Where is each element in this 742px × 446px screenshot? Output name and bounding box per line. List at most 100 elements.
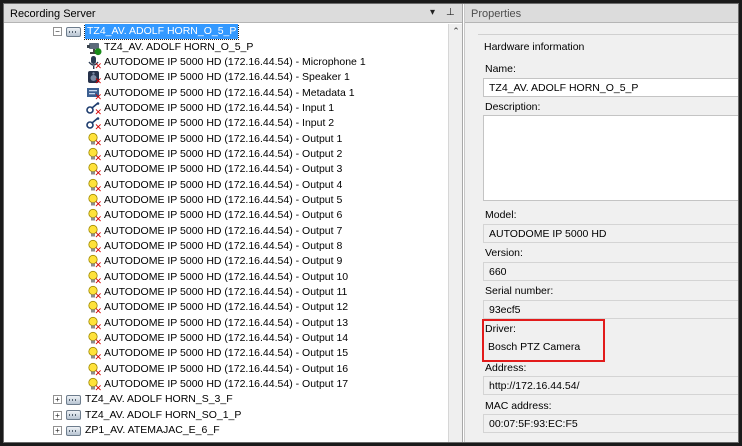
- app-frame: Recording Server ▾ ⊥ − TZ4_AV. ADOLF HOR…: [3, 3, 739, 443]
- tree-node-label: AUTODOME IP 5000 HD (172.16.44.54) - Met…: [104, 86, 355, 99]
- output-icon: ✕: [86, 162, 102, 179]
- output-icon: ✕: [86, 300, 102, 317]
- tree-node-label: ZP1_AV. ATEMAJAC_E_6_F: [85, 424, 220, 437]
- tree-row-device-channel[interactable]: ✕ AUTODOME IP 5000 HD (172.16.44.54) - Me…: [4, 85, 448, 102]
- tree-node-label: AUTODOME IP 5000 HD (172.16.44.54) - Spe…: [104, 71, 350, 84]
- recording-server-header: Recording Server ▾ ⊥: [4, 4, 462, 23]
- output-icon: ✕: [86, 316, 102, 332]
- pane-title: Recording Server: [10, 8, 96, 20]
- camera-icon: ●: [86, 40, 102, 56]
- tree-row-device-channel[interactable]: ✕ AUTODOME IP 5000 HD (172.16.44.54) - Mi…: [4, 55, 448, 71]
- tree-row-device-channel[interactable]: ✕ AUTODOME IP 5000 HD (172.16.44.54) - Ou…: [4, 270, 448, 286]
- output-icon: ✕: [86, 208, 102, 225]
- tree-node-label: AUTODOME IP 5000 HD (172.16.44.54) - Out…: [104, 362, 349, 375]
- tree-row-device-channel[interactable]: ✕ AUTODOME IP 5000 HD (172.16.44.54) - Ou…: [4, 331, 448, 348]
- mac-address-label: MAC address:: [485, 400, 552, 412]
- tree-row-device-channel[interactable]: ✕ AUTODOME IP 5000 HD (172.16.44.54) - Ou…: [4, 285, 448, 302]
- metadata-icon: ✕: [86, 86, 102, 102]
- tree-row-device-channel[interactable]: ✕ AUTODOME IP 5000 HD (172.16.44.54) - Sp…: [4, 70, 448, 87]
- tree-node-label: AUTODOME IP 5000 HD (172.16.44.54) - Out…: [104, 224, 343, 237]
- tree-scrollbar[interactable]: ⌃: [448, 24, 462, 442]
- tree-row-device-channel[interactable]: ✕ AUTODOME IP 5000 HD (172.16.44.54) - Ou…: [4, 316, 448, 332]
- tree-node-label: AUTODOME IP 5000 HD (172.16.44.54) - Out…: [104, 209, 343, 222]
- properties-pane: Properties Hardware information Name: TZ…: [464, 4, 738, 442]
- output-icon: ✕: [86, 270, 102, 286]
- tree-row-device-channel[interactable]: ✕ AUTODOME IP 5000 HD (172.16.44.54) - Ou…: [4, 162, 448, 179]
- group-divider: [478, 34, 738, 35]
- tree-node-label: AUTODOME IP 5000 HD (172.16.44.54) - Out…: [104, 239, 343, 252]
- serial-number-label: Serial number:: [485, 285, 554, 297]
- tree-row-device-channel[interactable]: ✕ AUTODOME IP 5000 HD (172.16.44.54) - In…: [4, 116, 448, 133]
- model-label: Model:: [485, 209, 517, 221]
- tree-node-label: AUTODOME IP 5000 HD (172.16.44.54) - Inp…: [104, 101, 335, 114]
- recording-server-pane: Recording Server ▾ ⊥ − TZ4_AV. ADOLF HOR…: [4, 4, 463, 442]
- name-field[interactable]: TZ4_AV. ADOLF HORN_O_5_P: [483, 78, 738, 97]
- hardware-icon: [66, 394, 81, 405]
- pane-title: Properties: [471, 8, 522, 20]
- description-label: Description:: [485, 101, 541, 113]
- tree-node-label: AUTODOME IP 5000 HD (172.16.44.54) - Out…: [104, 378, 349, 391]
- tree-node-label: AUTODOME IP 5000 HD (172.16.44.54) - Out…: [104, 286, 348, 299]
- tree-node-label: TZ4_AV. ADOLF HORN_SO_1_P: [85, 408, 242, 421]
- description-field[interactable]: [483, 115, 738, 201]
- output-icon: ✕: [86, 193, 102, 209]
- tree-node-label: AUTODOME IP 5000 HD (172.16.44.54) - Out…: [104, 163, 343, 176]
- address-label: Address:: [485, 362, 527, 374]
- tree-row-device-channel[interactable]: ✕ AUTODOME IP 5000 HD (172.16.44.54) - Ou…: [4, 300, 448, 317]
- tree-row-device-channel[interactable]: ✕ AUTODOME IP 5000 HD (172.16.44.54) - Ou…: [4, 193, 448, 209]
- collapse-toggle[interactable]: −: [53, 27, 62, 37]
- version-field: 660: [483, 262, 738, 281]
- tree-node-label: AUTODOME IP 5000 HD (172.16.44.54) - Out…: [104, 147, 343, 160]
- dropdown-icon[interactable]: ▾: [430, 7, 435, 18]
- expand-toggle[interactable]: +: [53, 426, 62, 436]
- tree-row-camera[interactable]: ● TZ4_AV. ADOLF HORN_O_5_P: [4, 39, 448, 56]
- tree-node-label: AUTODOME IP 5000 HD (172.16.44.54) - Out…: [104, 301, 349, 314]
- tree-row-device-channel[interactable]: ✕ AUTODOME IP 5000 HD (172.16.44.54) - In…: [4, 101, 448, 117]
- hardware-icon: [66, 425, 81, 436]
- pin-icon[interactable]: ⊥: [446, 7, 455, 18]
- tree-row-hardware[interactable]: + ZP1_AV. ATEMAJAC_E_6_F: [4, 423, 448, 438]
- expand-toggle[interactable]: +: [53, 410, 62, 420]
- tree-node-label: AUTODOME IP 5000 HD (172.16.44.54) - Out…: [104, 178, 343, 191]
- expand-toggle[interactable]: +: [53, 395, 62, 405]
- tree-node-label: AUTODOME IP 5000 HD (172.16.44.54) - Out…: [104, 316, 349, 329]
- speaker-icon: ✕: [86, 70, 102, 87]
- output-icon: ✕: [86, 147, 102, 163]
- scroll-up-icon[interactable]: ⌃: [449, 26, 463, 37]
- tree-node-label: AUTODOME IP 5000 HD (172.16.44.54) - Out…: [104, 255, 343, 268]
- tree-node-label: AUTODOME IP 5000 HD (172.16.44.54) - Inp…: [104, 117, 335, 130]
- tree-node-label: AUTODOME IP 5000 HD (172.16.44.54) - Out…: [104, 270, 349, 283]
- disabled-x-icon: ✕: [94, 384, 102, 395]
- tree-node-label: AUTODOME IP 5000 HD (172.16.44.54) - Out…: [104, 332, 349, 345]
- tree-row-device-channel[interactable]: ✕ AUTODOME IP 5000 HD (172.16.44.54) - Ou…: [4, 377, 448, 395]
- tree-node-label: TZ4_AV. ADOLF HORN_O_5_P: [104, 40, 254, 53]
- input-icon: ✕: [86, 101, 102, 117]
- model-field: AUTODOME IP 5000 HD: [483, 224, 738, 243]
- tree-row-device-channel[interactable]: ✕ AUTODOME IP 5000 HD (172.16.44.54) - Ou…: [4, 239, 448, 255]
- mac-address-field: 00:07:5F:93:EC:F5: [483, 414, 738, 433]
- tree-row-device-channel[interactable]: ✕ AUTODOME IP 5000 HD (172.16.44.54) - Ou…: [4, 208, 448, 225]
- output-icon: ✕: [86, 285, 102, 302]
- address-field: http://172.16.44.54/: [483, 376, 738, 395]
- hardware-icon: [66, 410, 81, 421]
- tree-node-label: AUTODOME IP 5000 HD (172.16.44.54) - Out…: [104, 193, 343, 206]
- driver-highlight-box: [482, 319, 605, 362]
- output-icon: ✕: [86, 178, 102, 194]
- tree-row-device-channel[interactable]: ✕ AUTODOME IP 5000 HD (172.16.44.54) - Ou…: [4, 177, 448, 194]
- name-label: Name:: [485, 63, 516, 75]
- tree-row-hardware[interactable]: + TZ4_AV. ADOLF HORN_SO_1_P: [4, 408, 448, 423]
- tree-row-device-channel[interactable]: ✕ AUTODOME IP 5000 HD (172.16.44.54) - Ou…: [4, 223, 448, 240]
- microphone-icon: ✕: [86, 55, 102, 71]
- tree-row-selected-device[interactable]: − TZ4_AV. ADOLF HORN_O_5_P: [4, 24, 448, 41]
- tree-row-hardware[interactable]: + TZ4_AV. ADOLF HORN_S_3_F: [4, 392, 448, 407]
- tree-node-label: AUTODOME IP 5000 HD (172.16.44.54) - Mic…: [104, 55, 366, 68]
- tree-node-label: AUTODOME IP 5000 HD (172.16.44.54) - Out…: [104, 132, 343, 145]
- device-tree: − TZ4_AV. ADOLF HORN_O_5_P ● TZ4_AV. ADO…: [4, 24, 448, 442]
- tree-row-device-channel[interactable]: ✕ AUTODOME IP 5000 HD (172.16.44.54) - Ou…: [4, 147, 448, 163]
- output-icon: ✕: [86, 224, 102, 240]
- tree-row-device-channel[interactable]: ✕ AUTODOME IP 5000 HD (172.16.44.54) - Ou…: [4, 362, 448, 378]
- output-icon: ✕: [86, 331, 102, 348]
- tree-row-device-channel[interactable]: ✕ AUTODOME IP 5000 HD (172.16.44.54) - Ou…: [4, 131, 448, 148]
- tree-row-device-channel[interactable]: ✕ AUTODOME IP 5000 HD (172.16.44.54) - Ou…: [4, 254, 448, 271]
- tree-row-device-channel[interactable]: ✕ AUTODOME IP 5000 HD (172.16.44.54) - Ou…: [4, 346, 448, 363]
